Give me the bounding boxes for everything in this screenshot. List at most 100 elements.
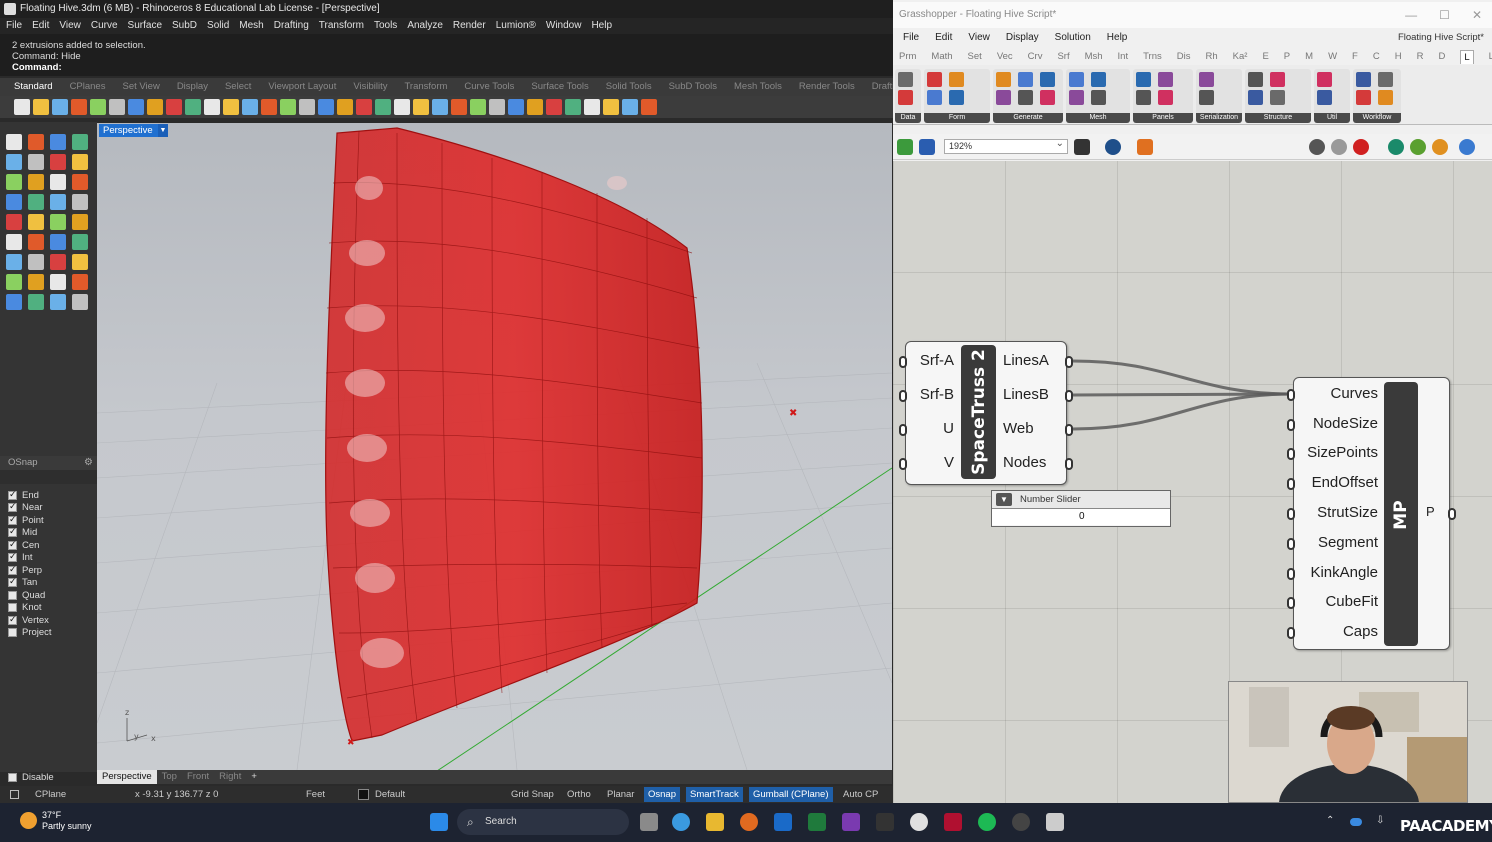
left-toolbar-command-icon[interactable] bbox=[6, 274, 22, 290]
left-toolbar-command-icon[interactable] bbox=[28, 154, 44, 170]
toolbar-tab[interactable]: Display bbox=[177, 78, 208, 96]
osnap-item-near[interactable]: Near bbox=[8, 501, 94, 515]
gh-tab[interactable]: Msh bbox=[1085, 50, 1103, 64]
toolbar-command-icon[interactable] bbox=[33, 99, 49, 115]
gh-tab[interactable]: Crv bbox=[1028, 50, 1043, 64]
red-mesh-object[interactable] bbox=[325, 127, 703, 742]
left-toolbar-command-icon[interactable] bbox=[50, 194, 66, 210]
toolbar-tab[interactable]: CPlanes bbox=[70, 78, 106, 96]
checkbox[interactable] bbox=[8, 773, 17, 782]
preview-selected-icon[interactable] bbox=[1388, 139, 1404, 155]
gh-tab[interactable]: C bbox=[1373, 50, 1380, 64]
gh-tab[interactable]: D bbox=[1438, 50, 1445, 64]
component-icon[interactable] bbox=[1136, 90, 1151, 105]
spacetruss-component[interactable]: Srf-A Srf-B U V SpaceTruss 2 LinesA Line… bbox=[899, 341, 1073, 485]
minimize-icon[interactable]: — bbox=[1405, 2, 1417, 28]
ribbon-group-label[interactable]: Workflow bbox=[1353, 113, 1401, 123]
gh-tab[interactable]: H bbox=[1395, 50, 1402, 64]
rhino-menu-subd[interactable]: SubD bbox=[172, 18, 197, 34]
left-toolbar-command-icon[interactable] bbox=[6, 254, 22, 270]
left-toolbar-command-icon[interactable] bbox=[6, 134, 22, 150]
left-toolbar-command-icon[interactable] bbox=[6, 174, 22, 190]
checkbox[interactable] bbox=[8, 564, 17, 575]
toolbar-command-icon[interactable] bbox=[280, 99, 296, 115]
toolbar-tab[interactable]: Drafting bbox=[872, 78, 893, 96]
toolbar-command-icon[interactable] bbox=[185, 99, 201, 115]
rhino-menu-surface[interactable]: Surface bbox=[128, 18, 162, 34]
gh-menu-display[interactable]: Display bbox=[1006, 30, 1039, 46]
osnap-item-cen[interactable]: Cen bbox=[8, 539, 94, 552]
toolbar-command-icon[interactable] bbox=[470, 99, 486, 115]
osnap-item-perp[interactable]: Perp bbox=[8, 564, 94, 577]
component-icon[interactable] bbox=[927, 90, 942, 105]
component-icon[interactable] bbox=[1091, 90, 1106, 105]
weather-widget[interactable]: 37°F Partly sunny bbox=[20, 810, 92, 832]
output-grip[interactable] bbox=[1065, 356, 1073, 368]
checkbox[interactable] bbox=[8, 551, 17, 563]
toolbar-command-icon[interactable] bbox=[356, 99, 372, 115]
status-smarttrack[interactable]: SmartTrack bbox=[686, 787, 743, 802]
toolbar-command-icon[interactable] bbox=[261, 99, 277, 115]
checkbox[interactable] bbox=[8, 628, 17, 638]
toolbar-command-icon[interactable] bbox=[223, 99, 239, 115]
left-toolbar-command-icon[interactable] bbox=[50, 154, 66, 170]
left-toolbar-command-icon[interactable] bbox=[28, 254, 44, 270]
rhino-menu-view[interactable]: View bbox=[59, 18, 81, 34]
left-toolbar-command-icon[interactable] bbox=[6, 194, 22, 210]
rhino-menu-render[interactable]: Render bbox=[453, 18, 486, 34]
left-toolbar-command-icon[interactable] bbox=[6, 214, 22, 230]
component-icon[interactable] bbox=[1069, 90, 1084, 105]
gh-tab[interactable]: E bbox=[1262, 50, 1268, 64]
status-osnap[interactable]: Osnap bbox=[644, 787, 680, 802]
input-grip[interactable] bbox=[1287, 568, 1295, 580]
rhino-menu-edit[interactable]: Edit bbox=[32, 18, 49, 34]
open-file-icon[interactable] bbox=[897, 139, 913, 155]
windows-start-icon[interactable] bbox=[430, 813, 448, 831]
toolbar-command-icon[interactable] bbox=[109, 99, 125, 115]
gh-menu-help[interactable]: Help bbox=[1107, 30, 1128, 46]
status-units[interactable]: Feet bbox=[306, 786, 325, 803]
rhino-menu-help[interactable]: Help bbox=[591, 18, 612, 34]
left-toolbar-command-icon[interactable] bbox=[50, 214, 66, 230]
toolbar-command-icon[interactable] bbox=[527, 99, 543, 115]
component-icon[interactable] bbox=[1040, 72, 1055, 87]
preview-color-icon[interactable] bbox=[1432, 139, 1448, 155]
ribbon-group-label[interactable]: Data bbox=[895, 113, 921, 123]
gh-tab[interactable]: Dis bbox=[1177, 50, 1191, 64]
firefox-icon[interactable] bbox=[740, 813, 758, 831]
component-icon[interactable] bbox=[1158, 90, 1173, 105]
status-gumball[interactable]: Gumball (CPlane) bbox=[749, 787, 833, 802]
gh-document-name[interactable]: Floating Hive Script* bbox=[1398, 30, 1484, 46]
ribbon-group-label[interactable]: Panels bbox=[1133, 113, 1193, 123]
ribbon-group-label[interactable]: Structure bbox=[1245, 113, 1311, 123]
toolbar-command-icon[interactable] bbox=[413, 99, 429, 115]
rhino-menu-analyze[interactable]: Analyze bbox=[407, 18, 443, 34]
maximize-icon[interactable]: ☐ bbox=[1439, 2, 1450, 28]
status-window-icon[interactable] bbox=[10, 790, 19, 799]
left-toolbar-command-icon[interactable] bbox=[72, 214, 88, 230]
toolbar-command-icon[interactable] bbox=[71, 99, 87, 115]
component-icon[interactable] bbox=[1378, 90, 1393, 105]
status-auto-cplane[interactable]: Auto CP bbox=[843, 786, 878, 803]
left-toolbar-command-icon[interactable] bbox=[28, 294, 44, 310]
rhino-menu-transform[interactable]: Transform bbox=[319, 18, 364, 34]
output-grip[interactable] bbox=[1065, 458, 1073, 470]
toolbar-tab[interactable]: SubD Tools bbox=[669, 78, 717, 96]
component-icon[interactable] bbox=[1136, 72, 1151, 87]
osnap-item-vertex[interactable]: Vertex bbox=[8, 614, 94, 627]
checkbox[interactable] bbox=[8, 526, 17, 538]
preview-shaded-icon[interactable] bbox=[1353, 139, 1369, 155]
left-toolbar-command-icon[interactable] bbox=[50, 234, 66, 250]
status-planar[interactable]: Planar bbox=[607, 786, 634, 803]
input-grip[interactable] bbox=[899, 458, 907, 470]
toolbar-tab[interactable]: Surface Tools bbox=[531, 78, 588, 96]
left-toolbar-command-icon[interactable] bbox=[50, 174, 66, 190]
viewport-tab-right[interactable]: Right bbox=[214, 770, 246, 784]
toolbar-command-icon[interactable] bbox=[622, 99, 638, 115]
spotify-icon[interactable] bbox=[978, 813, 996, 831]
gh-tab[interactable]: Prm bbox=[899, 50, 916, 64]
onenote-icon[interactable] bbox=[842, 813, 860, 831]
osnap-item-project[interactable]: Project bbox=[8, 627, 94, 640]
rhino-menu-drafting[interactable]: Drafting bbox=[274, 18, 309, 34]
left-toolbar-command-icon[interactable] bbox=[72, 254, 88, 270]
